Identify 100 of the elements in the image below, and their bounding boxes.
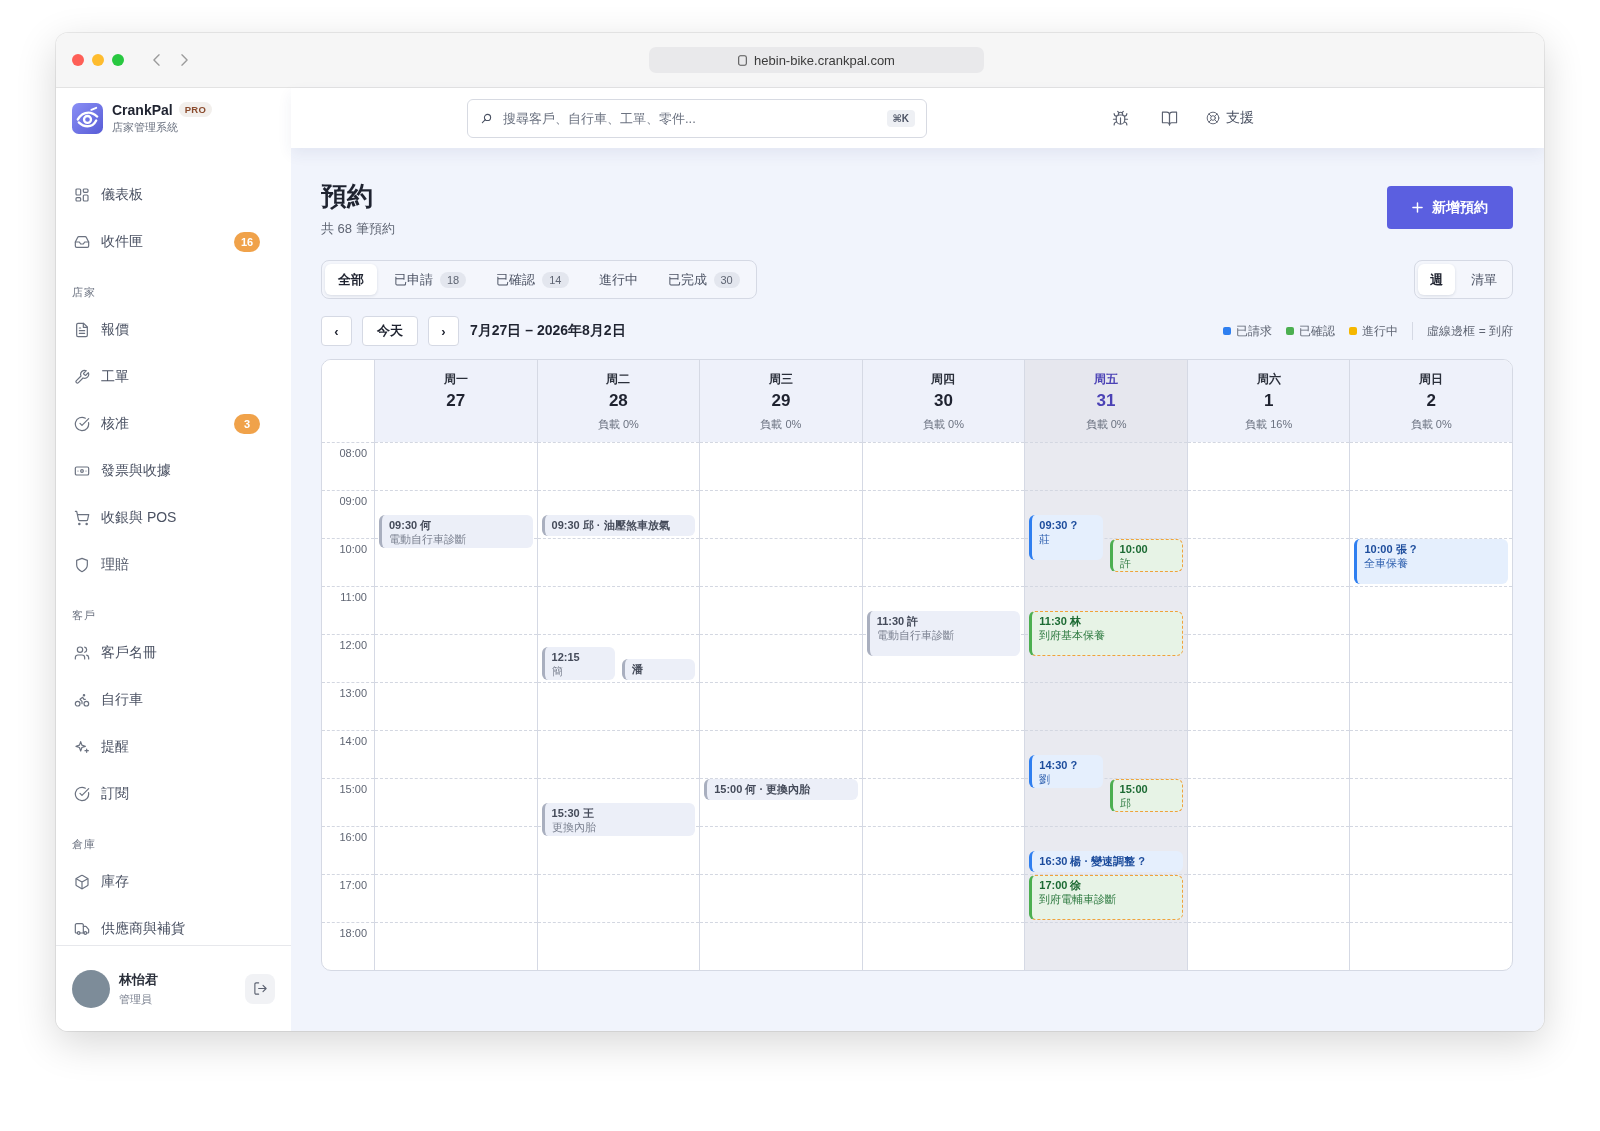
weekday-label: 周日 [1419, 372, 1444, 387]
appointment-block[interactable]: 17:00 徐 到府電輔車診斷 [1029, 875, 1183, 920]
search-icon [481, 112, 492, 124]
appointment-detail: 到府電輔車診斷 [1039, 892, 1117, 906]
appointment-block[interactable]: 12:15 簡 [541, 647, 615, 680]
appointment-title: 11:30 林 [1039, 614, 1081, 628]
nav-item[interactable]: 核准 3 [66, 407, 281, 441]
filter-tab[interactable]: 已確認 14 [483, 264, 582, 295]
nav-item[interactable]: 庫存 [66, 865, 281, 899]
weekday-label: 周五 [1094, 372, 1119, 387]
lifebuoy-icon [1206, 111, 1220, 125]
nav-item[interactable]: 收件匣 16 [66, 225, 281, 259]
cart-icon [74, 510, 90, 526]
appointment-title: 11:30 許 [876, 614, 919, 628]
chevron-left-icon[interactable] [153, 54, 160, 66]
appointment-title: 14:30 ? [1039, 758, 1078, 772]
appointment-block[interactable]: 09:30 邱 · 油壓煞車放氣 [541, 515, 696, 536]
view-tab[interactable]: 週 [1418, 264, 1455, 295]
hour-label: 11:00 [340, 590, 368, 604]
today-button[interactable]: 今天 [362, 316, 418, 346]
appointment-detail: 許 [1119, 556, 1131, 570]
appointment-detail: 更換內胎 [551, 820, 596, 834]
hour-label: 15:00 [339, 782, 368, 796]
plan-badge: PRO [178, 102, 213, 117]
date-number: 1 [1263, 390, 1274, 412]
appointment-block[interactable]: 15:00 邱 [1109, 779, 1183, 812]
date-number: 31 [1096, 390, 1116, 412]
nav-item[interactable]: 工單 [66, 360, 281, 394]
appointment-block[interactable]: 11:30 許 電動自行車診斷 [866, 611, 1021, 656]
appointment-detail: 莊 [1039, 532, 1051, 546]
window-close-icon[interactable] [72, 54, 84, 66]
appointment-title: 09:30 何 [389, 518, 432, 532]
nav-item[interactable]: 理賠 [66, 548, 281, 582]
previous-week-button[interactable]: ‹ [321, 316, 352, 346]
hour-label: 09:00 [339, 494, 368, 508]
nav-item[interactable]: 儀表板 [66, 178, 281, 212]
filter-tab[interactable]: 全部 [325, 264, 377, 295]
view-tab[interactable]: 清單 [1459, 264, 1509, 295]
support-button[interactable]: 支援 [1204, 105, 1256, 131]
load-label: 負載 0% [923, 417, 964, 431]
appointment-title: 15:00 何 · 更換內胎 [714, 782, 811, 796]
load-label: 負載 16% [1245, 417, 1293, 431]
page-title: 預約 [321, 180, 374, 212]
wrench-icon [74, 369, 90, 385]
brand-subtitle: 店家管理系統 [112, 119, 179, 135]
appointment-block[interactable]: 10:00 許 [1109, 539, 1183, 572]
appointment-detail: 全車保養 [1364, 556, 1409, 570]
appointment-block[interactable]: 15:30 王 更換內胎 [541, 803, 696, 836]
check-circle-icon [74, 786, 90, 802]
window-zoom-icon[interactable] [112, 54, 124, 66]
nav-item[interactable]: 訂閱 [66, 777, 281, 811]
window-minimize-icon[interactable] [92, 54, 104, 66]
page-icon [738, 54, 748, 66]
load-label: 負載 0% [597, 417, 639, 431]
filter-tab[interactable]: 進行中 [585, 264, 651, 295]
sparkle-icon [74, 739, 90, 755]
chevron-right-icon[interactable] [181, 54, 188, 66]
nav-item[interactable]: 客戶名冊 [66, 636, 281, 670]
appointment-block[interactable]: 11:30 林 到府基本保養 [1029, 611, 1183, 656]
brand-name: CrankPal [112, 101, 173, 118]
hour-label: 14:00 [339, 734, 368, 748]
hour-label: 10:00 [339, 542, 368, 556]
nav-item[interactable]: 提醒 [66, 730, 281, 764]
nav-item[interactable]: 供應商與補貨 [66, 912, 281, 945]
hour-label: 08:00 [339, 446, 368, 460]
weekday-label: 周二 [606, 372, 631, 387]
date-number: 30 [934, 390, 953, 412]
appointment-block[interactable]: 15:00 何 · 更換內胎 [704, 779, 858, 800]
appointment-block[interactable]: 10:00 張 ? 全車保養 [1354, 539, 1508, 584]
logout-icon [252, 981, 268, 996]
banknote-icon [74, 463, 90, 479]
logout-button[interactable] [245, 973, 275, 1004]
date-number: 28 [608, 390, 628, 412]
address-bar[interactable]: hebin-bike.crankpal.com [649, 47, 984, 73]
legend-note: 虛線邊框 = 到府 [1427, 322, 1513, 340]
appointment-block[interactable]: 潘 [621, 659, 696, 680]
inbox-icon [74, 234, 90, 250]
appointment-block[interactable]: 09:30 ? 莊 [1029, 515, 1103, 560]
load-label: 負載 0% [760, 417, 802, 431]
appointment-block[interactable]: 14:30 ? 劉 [1029, 755, 1103, 788]
plus-icon [1412, 202, 1423, 213]
appointment-title: 12:15 [551, 650, 580, 664]
weekday-label: 周六 [1256, 372, 1281, 387]
nav-item[interactable]: 報價 [66, 313, 281, 347]
nav-item[interactable]: 自行車 [66, 683, 281, 717]
section-label: 客戶 [71, 608, 97, 623]
filter-tab[interactable]: 已申請 18 [381, 264, 480, 295]
appointment-block[interactable]: 16:30 楊 · 變速調整 ? [1029, 851, 1183, 872]
hour-label: 12:00 [339, 638, 368, 652]
nav-item[interactable]: 發票與收據 [66, 454, 281, 488]
weekday-label: 周三 [768, 372, 793, 387]
appointment-block[interactable]: 09:30 何 電動自行車診斷 [379, 515, 533, 548]
bug-icon [1111, 109, 1129, 127]
next-week-button[interactable]: › [428, 316, 459, 346]
filter-tab[interactable]: 已完成 30 [654, 264, 753, 295]
new-appointment-button[interactable]: 新增預約 [1387, 186, 1513, 229]
user-name: 林怡君 [119, 970, 158, 989]
nav-item[interactable]: 收銀與 POS [66, 501, 281, 535]
count-badge: 30 [713, 271, 740, 288]
hour-label: 18:00 [339, 926, 368, 940]
